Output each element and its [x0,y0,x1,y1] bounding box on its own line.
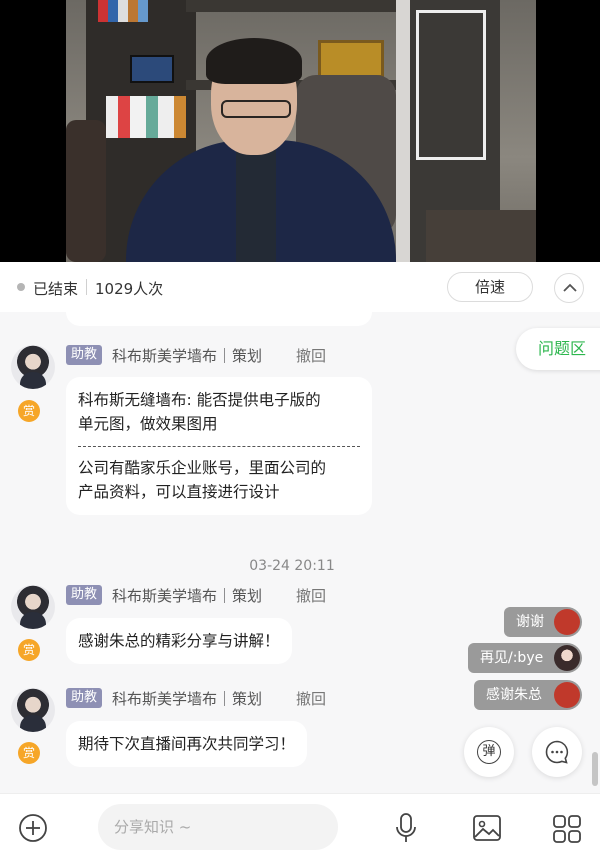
bottom-input-bar: 分享知识 ~ [0,793,600,857]
dashed-divider [78,446,360,447]
divider [86,279,87,295]
assistant-badge: 助教 [66,585,103,605]
video-frame [66,0,536,262]
view-count: 1029人次 [95,280,164,298]
danmu-item: 谢谢 [504,607,582,637]
question-line: 单元图，做效果图用 [78,415,218,433]
comment-input[interactable]: 分享知识 ~ [98,804,338,850]
more-apps-icon[interactable] [552,814,582,844]
revoke-button[interactable]: 撤回 [296,585,326,606]
revoke-button[interactable]: 撤回 [296,345,326,366]
sender-name: 科布斯美学墙布｜策划 [112,690,263,708]
message-bubble: 感谢朱总的精彩分享与讲解！ [66,618,292,664]
reward-icon[interactable]: 赏 [18,742,40,764]
status-dot [17,283,25,291]
reward-icon[interactable]: 赏 [18,639,40,661]
sender-name: 科布斯美学墙布｜策划 [112,587,263,605]
avatar[interactable] [11,345,55,389]
question-line: 科布斯无缝墙布: 能否提供电子版的 [78,391,321,409]
danmu-toggle-button[interactable]: 弹 [464,727,514,777]
image-icon[interactable] [472,814,502,842]
live-state-label: 已结束 [33,280,79,298]
chat-bubble-icon [545,740,569,764]
avatar[interactable] [11,688,55,732]
danmu-text: 再见/:bye [480,650,544,666]
microphone-icon[interactable] [395,812,417,844]
add-icon[interactable] [18,813,48,843]
qa-section-tab[interactable]: 问题区 [516,328,600,370]
danmu-toggle-icon: 弹 [477,740,501,764]
danmu-item: 感谢朱总 [474,680,582,710]
reward-icon[interactable]: 赏 [18,400,40,422]
user-avatar [554,645,580,671]
answer-line: 产品资料，可以直接进行设计 [78,483,280,501]
assistant-badge: 助教 [66,688,103,708]
live-status-bar: 已结束 1029人次 倍速 [0,262,600,312]
chevron-up-icon [563,283,577,292]
previous-message-bubble [66,312,372,326]
playback-speed-button[interactable]: 倍速 [447,272,533,302]
assistant-badge: 助教 [66,345,103,365]
qa-reply-bubble: 科布斯无缝墙布: 能否提供电子版的 单元图，做效果图用 公司有酷家乐企业账号，里… [66,377,372,515]
scrollbar-thumb[interactable] [592,752,598,786]
avatar[interactable] [11,585,55,629]
message-bubble: 期待下次直播间再次共同学习！ [66,721,308,767]
user-avatar [554,682,580,708]
live-video-player[interactable] [0,0,600,262]
message-timestamp: 03-24 20:11 [249,558,335,574]
danmu-text: 感谢朱总 [486,687,542,703]
answer-line: 公司有酷家乐企业账号，里面公司的 [78,459,327,477]
revoke-button[interactable]: 撤回 [296,688,326,709]
danmu-text: 谢谢 [516,614,544,630]
sender-name: 科布斯美学墙布｜策划 [112,347,263,365]
collapse-button[interactable] [554,273,584,303]
user-avatar [554,609,580,635]
danmu-item: 再见/:bye [468,643,582,673]
comment-button[interactable] [532,727,582,777]
